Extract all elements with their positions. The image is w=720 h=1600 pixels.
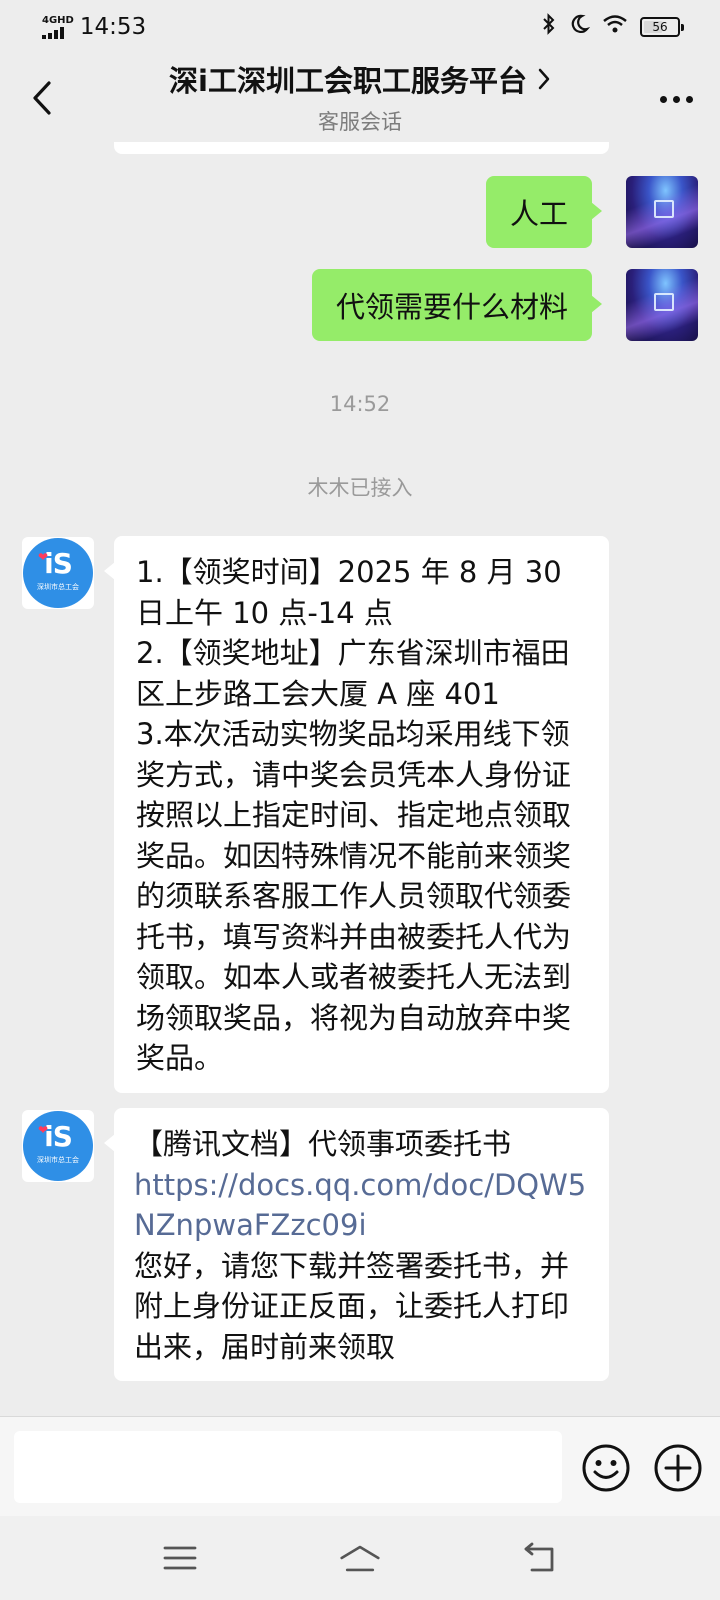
- message-line: 您好，请您下载并签署委托书，并附上身份证正反面，让委托人打印出来，届时前来领取: [134, 1248, 570, 1364]
- agent-avatar-logo: ❤ iS 深圳市总工会: [23, 538, 93, 608]
- chevron-right-icon: [538, 68, 550, 90]
- agent-message-bubble[interactable]: 1.【领奖时间】2025 年 8 月 30 日上午 10 点-14 点 2.【领…: [104, 536, 609, 1093]
- system-nav-bar: [0, 1516, 720, 1600]
- menu-icon: [163, 1546, 197, 1570]
- my-avatar[interactable]: [626, 269, 698, 341]
- nav-back-button[interactable]: [518, 1538, 562, 1578]
- nav-menu-button[interactable]: [158, 1538, 202, 1578]
- message-text: 代领需要什么材料: [335, 290, 568, 324]
- status-right: 56: [542, 13, 684, 41]
- network-indicator: 4GHD: [42, 14, 74, 39]
- document-link[interactable]: https://docs.qq.com/doc/DQW5NZnpwaFZzc09…: [134, 1165, 587, 1246]
- avatar-mark: iS: [44, 547, 73, 580]
- message-input[interactable]: [14, 1431, 562, 1503]
- home-icon: [340, 1545, 380, 1572]
- my-message-bubble[interactable]: 人工: [485, 176, 603, 248]
- bluetooth-icon: [542, 13, 556, 41]
- wifi-icon: [602, 14, 628, 40]
- more-functions-button[interactable]: [653, 1443, 703, 1493]
- moon-icon: [568, 13, 591, 41]
- my-message-bubble[interactable]: 代领需要什么材料: [311, 269, 603, 341]
- heart-icon: ❤: [38, 1123, 49, 1137]
- more-dot: [672, 95, 680, 103]
- my-avatar[interactable]: [626, 176, 698, 248]
- message-text: 人工: [509, 197, 568, 231]
- avatar-logo: [654, 293, 674, 311]
- nav-home-button[interactable]: [338, 1538, 382, 1578]
- input-bar: [0, 1416, 720, 1516]
- emoji-button[interactable]: [581, 1443, 631, 1493]
- more-dot: [685, 95, 693, 103]
- previous-message-bubble: [114, 142, 609, 154]
- back-button[interactable]: [22, 76, 62, 120]
- message-line: 1.【领奖时间】2025 年 8 月 30 日上午 10 点-14 点: [136, 555, 562, 630]
- chat-title-text: 深i工深圳工会职工服务平台: [169, 64, 527, 98]
- document-title: 【腾讯文档】代领事项委托书: [134, 1127, 512, 1161]
- more-dots-icon: [659, 95, 667, 103]
- battery-level: 56: [652, 20, 668, 34]
- plus-circle-icon: [654, 1444, 702, 1492]
- status-bar: 4GHD 14:53 56: [0, 0, 720, 54]
- avatar-mark: iS: [44, 1120, 73, 1153]
- heart-icon: ❤: [38, 550, 49, 564]
- title-area[interactable]: 深i工深圳工会职工服务平台 客服会话: [100, 58, 620, 136]
- battery-icon: 56: [640, 17, 684, 37]
- message-line: 2.【领奖地址】广东省深圳市福田区上步路工会大厦 A 座 401: [136, 636, 570, 711]
- emoji-icon: [582, 1444, 630, 1492]
- status-left: 4GHD 14:53: [42, 14, 146, 40]
- timestamp: 14:52: [329, 392, 391, 416]
- avatar-caption: 深圳市总工会: [37, 583, 79, 591]
- agent-message-bubble[interactable]: 【腾讯文档】代领事项委托书 https://docs.qq.com/doc/DQ…: [104, 1108, 609, 1381]
- more-button[interactable]: [654, 84, 698, 114]
- network-type: 4GHD: [42, 14, 74, 26]
- message-line: 3.本次活动实物奖品均采用线下领奖方式，请中奖会员凭本人身份证按照以上指定时间、…: [136, 717, 572, 1075]
- system-notice: 木木已接入: [307, 476, 413, 500]
- chevron-left-icon: [33, 81, 51, 115]
- agent-avatar-logo: ❤ iS 深圳市总工会: [23, 1111, 93, 1181]
- avatar-caption: 深圳市总工会: [37, 1156, 79, 1164]
- chat-title[interactable]: 深i工深圳工会职工服务平台: [169, 58, 551, 100]
- agent-avatar[interactable]: ❤ iS 深圳市总工会: [22, 1110, 94, 1182]
- return-icon: [524, 1542, 554, 1572]
- chat-subtitle: 客服会话: [318, 110, 402, 134]
- signal-icon: [42, 26, 64, 39]
- agent-avatar[interactable]: ❤ iS 深圳市总工会: [22, 537, 94, 609]
- avatar-logo: [654, 200, 674, 218]
- status-time: 14:53: [79, 14, 147, 40]
- title-bar: 深i工深圳工会职工服务平台 客服会话: [0, 54, 720, 142]
- chat-area[interactable]: 人工 代领需要什么材料 14:52 木木已接入 ❤ iS 深圳市总工会 1.【领…: [0, 142, 720, 1416]
